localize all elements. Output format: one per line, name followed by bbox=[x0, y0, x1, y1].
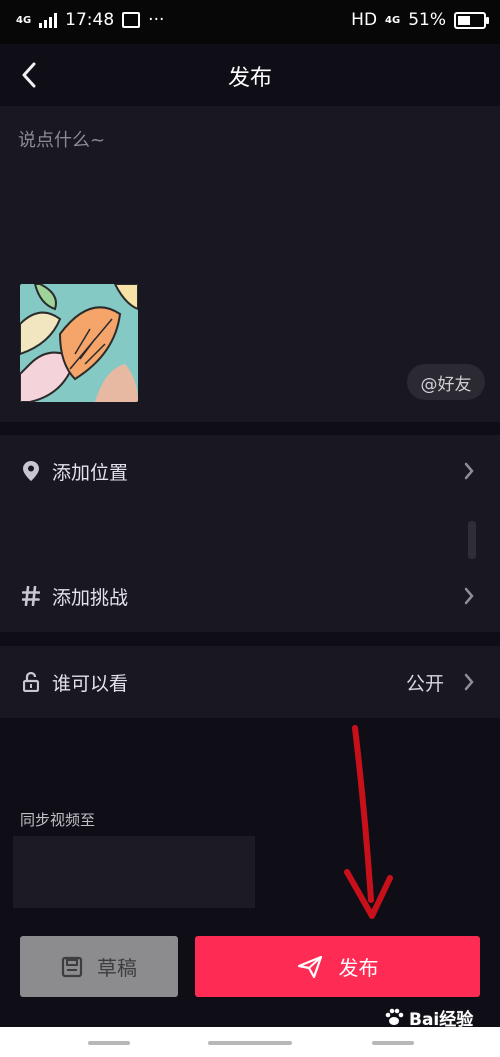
more-dots: ··· bbox=[148, 10, 165, 30]
save-draft-label: 草稿 bbox=[97, 956, 137, 980]
video-thumbnail[interactable] bbox=[20, 284, 138, 402]
hashtag-icon bbox=[20, 586, 42, 606]
add-location-label: 添加位置 bbox=[52, 461, 129, 484]
network-type-right: 4G bbox=[385, 14, 401, 26]
sync-targets[interactable] bbox=[13, 836, 255, 908]
nav-back-handle[interactable] bbox=[88, 1041, 130, 1045]
signal-icon bbox=[39, 12, 58, 28]
network-type: 4G bbox=[16, 14, 32, 26]
caption-input[interactable]: 说点什么~ bbox=[18, 126, 105, 152]
battery-icon bbox=[454, 11, 489, 29]
unlock-icon bbox=[20, 672, 42, 692]
add-location-row[interactable]: 添加位置 bbox=[0, 443, 500, 499]
options-panel: 添加位置 添加挑战 bbox=[0, 435, 500, 632]
scrollbar[interactable] bbox=[468, 521, 476, 559]
annotation-arrow-icon bbox=[344, 725, 393, 919]
chevron-right-icon bbox=[464, 461, 476, 481]
save-draft-button[interactable]: 草稿 bbox=[20, 936, 178, 997]
nav-recent-handle[interactable] bbox=[372, 1041, 414, 1045]
send-icon bbox=[297, 955, 322, 978]
battery-percent: 51% bbox=[408, 10, 446, 30]
watermark-text: Bai经验 bbox=[409, 1009, 474, 1030]
add-challenge-row[interactable]: 添加挑战 bbox=[0, 568, 500, 624]
chevron-right-icon bbox=[464, 586, 476, 606]
status-bar: 4G 17:48 ··· HD 4G 51% bbox=[0, 0, 500, 44]
visibility-value: 公开 bbox=[405, 672, 444, 695]
clock: 17:48 bbox=[65, 10, 115, 30]
publish-label: 发布 bbox=[338, 956, 379, 980]
visibility-panel: 谁可以看 公开 bbox=[0, 646, 500, 718]
sync-label: 同步视频至 bbox=[20, 811, 96, 829]
who-can-view-label: 谁可以看 bbox=[52, 672, 129, 695]
page-title: 发布 bbox=[227, 66, 272, 91]
system-nav-bar bbox=[0, 1027, 500, 1057]
paw-logo-icon bbox=[385, 1008, 404, 1025]
header: 发布 bbox=[0, 44, 500, 106]
mention-friends-button[interactable]: @好友 bbox=[407, 364, 485, 400]
location-pin-icon bbox=[20, 461, 42, 481]
who-can-view-row[interactable]: 谁可以看 公开 bbox=[0, 654, 500, 710]
compose-area: 说点什么~ @好友 bbox=[0, 106, 500, 422]
nav-home-handle[interactable] bbox=[208, 1041, 292, 1045]
message-icon bbox=[122, 12, 141, 28]
publish-button[interactable]: 发布 bbox=[195, 936, 480, 997]
add-challenge-label: 添加挑战 bbox=[52, 586, 129, 609]
hd-indicator: HD bbox=[351, 10, 378, 30]
chevron-right-icon bbox=[464, 672, 476, 692]
save-draft-icon bbox=[61, 956, 83, 977]
thumbnail-image bbox=[20, 284, 138, 402]
